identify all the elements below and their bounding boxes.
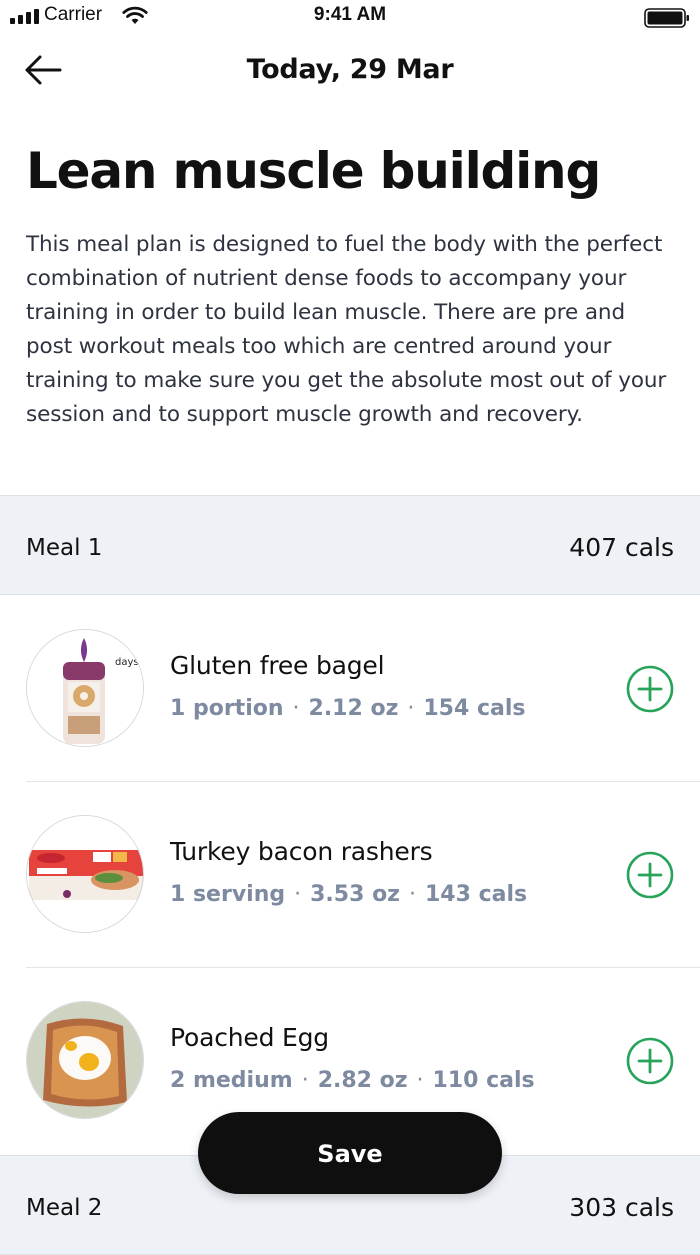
plus-circle-icon [626,851,674,899]
page-title: Lean muscle building [26,142,601,200]
food-weight: 2.12 oz [308,696,399,721]
food-name: Poached Egg [170,1023,329,1052]
battery-icon [644,7,690,33]
food-meta: 1 portion · 2.12 oz · 154 cals [170,696,526,721]
status-time: 9:41 AM [313,4,387,25]
food-calories: 110 cals [432,1068,535,1093]
food-image-poached-egg [26,1001,144,1119]
food-quantity: 1 portion [170,696,284,721]
food-image-bagel: 2 days [26,629,144,747]
food-calories: 143 cals [424,882,528,907]
food-weight: 3.53 oz [310,882,400,907]
food-item[interactable]: 2 days Gluten free bagel 1 portion · 2.12 … [0,596,700,782]
add-food-button[interactable] [626,851,674,899]
add-food-button[interactable] [626,1037,674,1085]
food-calories: 154 cals [423,696,526,721]
food-item[interactable]: Turkey bacon rashers 1 serving · 3.53 oz · 1… [0,782,700,968]
food-name: Turkey bacon rashers [170,837,433,866]
nav-title: Today, 29 Mar [246,54,454,85]
svg-text:2: 2 [133,640,143,656]
food-meta: 1 serving · 3.53 oz · 143 cals [170,882,528,907]
meal-name: Meal 2 [26,1195,103,1221]
food-quantity: 1 serving [170,882,286,907]
food-weight: 2.82 oz [317,1068,408,1093]
save-button[interactable]: Save [198,1112,502,1194]
food-meta: 2 medium · 2.82 oz · 110 cals [170,1068,535,1093]
plan-description: This meal plan is designed to fuel the b… [26,232,667,427]
meal-calories: 303 cals [569,1193,674,1222]
plus-circle-icon [626,665,674,713]
add-food-button[interactable] [626,665,674,713]
svg-text:days: days [115,657,139,668]
meal-calories: 407 cals [569,533,674,562]
food-image-turkey-bacon [26,815,144,933]
food-name: Gluten free bagel [170,651,385,680]
status-bar: Carrier 9:41 AM [0,0,700,34]
food-quantity: 2 medium [170,1068,293,1093]
meal-name: Meal 1 [26,535,103,561]
plus-circle-icon [626,1037,674,1085]
meal-section-header: Meal 1 407 cals [0,495,700,595]
